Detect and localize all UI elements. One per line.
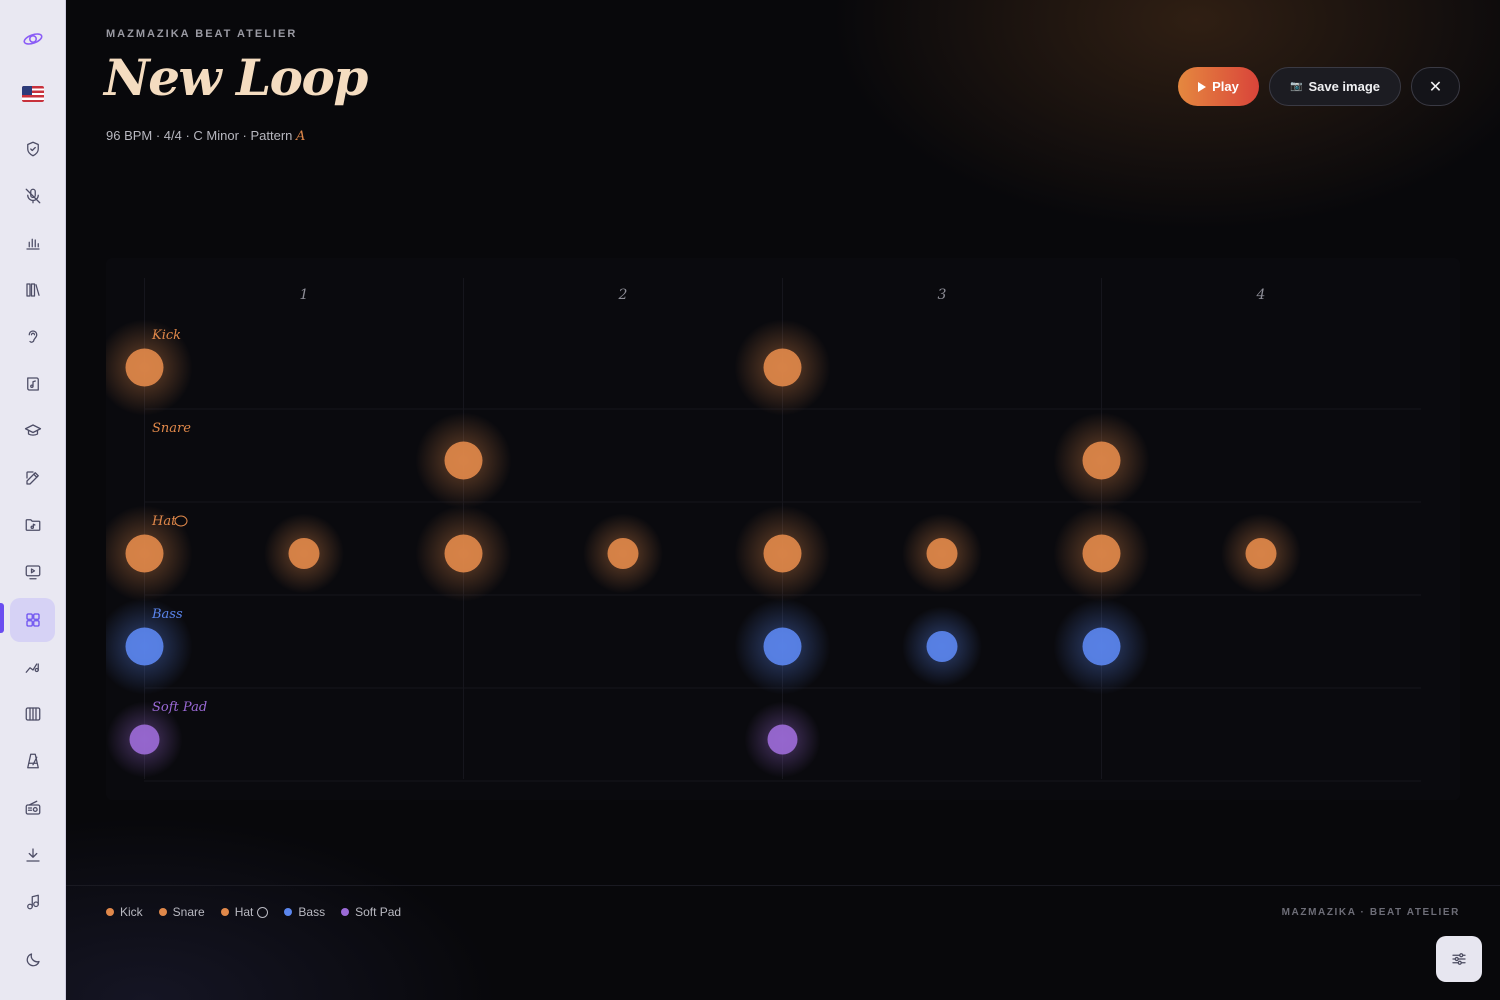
legend-item: Snare: [158, 905, 205, 919]
loop-meta: 96 BPM · 4/4 · C Minor · Pattern A: [106, 128, 305, 144]
edit-icon[interactable]: [10, 456, 55, 500]
sequencer-grid: 1234KickSnareHatBassSoft Pad: [106, 258, 1460, 800]
piano-icon[interactable]: [10, 692, 55, 736]
music-note-icon[interactable]: [10, 880, 55, 924]
step-hit: [129, 724, 160, 755]
pattern-letter: A: [296, 129, 306, 144]
beat-number: 3: [938, 287, 947, 303]
step-hit: [926, 538, 958, 569]
step-hit: [288, 538, 320, 569]
download-icon[interactable]: [10, 833, 55, 877]
legend-label: Hat: [234, 905, 254, 919]
ear-icon[interactable]: [10, 315, 55, 359]
play-button[interactable]: Play: [1178, 67, 1259, 106]
moon-icon[interactable]: [10, 938, 55, 982]
save-image-button[interactable]: 📷 Save image: [1269, 67, 1401, 106]
shield-check-icon[interactable]: [10, 127, 55, 171]
play-label: Play: [1212, 79, 1239, 94]
sliders-icon: [1452, 953, 1466, 965]
step-hit: [444, 534, 483, 573]
footer-brand: MAZMAZIKA · BEAT ATELIER: [1281, 907, 1460, 918]
play-icon: [1198, 81, 1207, 92]
folder-music-icon[interactable]: [10, 503, 55, 547]
legend-dot: [284, 908, 293, 916]
step-hit: [607, 538, 639, 569]
legend-dot: [158, 908, 167, 916]
step-hit: [125, 348, 164, 387]
beat-number: 4: [1256, 287, 1266, 303]
close-icon: ✕: [1428, 78, 1443, 96]
step-hit: [926, 631, 958, 662]
mixer-settings-button[interactable]: [1436, 936, 1482, 982]
legend-dot: [220, 908, 229, 916]
legend-item: Hat: [220, 905, 269, 919]
loop-meta-text: 96 BPM · 4/4 · C Minor · Pattern: [106, 128, 297, 143]
page-title: New Loop: [104, 48, 368, 107]
open-hat-icon: [257, 906, 269, 918]
step-hit: [1082, 441, 1121, 480]
graduation-cap-icon[interactable]: [10, 409, 55, 453]
metronome-icon[interactable]: [10, 739, 55, 783]
book-music-icon[interactable]: [10, 362, 55, 406]
legend-item: Soft Pad: [341, 905, 401, 919]
legend-label: Bass: [298, 905, 326, 919]
step-hit: [767, 724, 798, 755]
mic-off-icon[interactable]: [10, 174, 55, 218]
step-hit: [1082, 534, 1121, 573]
legend-dot: [106, 908, 114, 916]
monitor-play-icon[interactable]: [10, 550, 55, 594]
footer-divider: [66, 885, 1500, 886]
step-hit: [125, 627, 164, 666]
main-area: MAZMAZIKA BEAT ATELIER New Loop 96 BPM ·…: [66, 0, 1500, 1000]
bar-chart-icon[interactable]: [10, 221, 55, 265]
grid-icon[interactable]: [10, 598, 55, 642]
legend-label: Soft Pad: [355, 905, 402, 919]
sequencer-canvas: 1234KickSnareHatBassSoft Pad: [106, 278, 1421, 782]
step-hit: [763, 534, 802, 573]
library-icon[interactable]: [10, 268, 55, 312]
camera-icon: 📷: [1290, 81, 1303, 92]
beat-number: 1: [300, 287, 309, 303]
legend-item: Kick: [106, 905, 143, 919]
legend-dot: [341, 908, 350, 916]
track-legend: Kick Snare Hat Bass Soft Pad: [106, 905, 401, 919]
sidebar: [0, 0, 66, 1000]
step-hit: [1245, 538, 1277, 569]
sidebar-active-indicator: [0, 603, 4, 633]
close-button[interactable]: ✕: [1411, 67, 1460, 106]
legend-item: Bass: [284, 905, 325, 919]
step-hit: [125, 534, 164, 573]
beat-number: 2: [618, 287, 628, 303]
step-hit: [763, 348, 802, 387]
track-label: Snare: [152, 421, 191, 436]
step-hit: [444, 441, 483, 480]
radio-icon[interactable]: [10, 786, 55, 830]
app-logo-icon[interactable]: [10, 17, 55, 61]
brand-label: MAZMAZIKA BEAT ATELIER: [106, 28, 298, 40]
melody-icon[interactable]: [10, 645, 55, 689]
save-image-label: Save image: [1308, 79, 1380, 94]
step-hit: [1082, 627, 1121, 666]
legend-label: Kick: [120, 905, 143, 919]
legend-label: Snare: [172, 905, 205, 919]
language-flag-icon[interactable]: [10, 72, 55, 116]
step-hit: [763, 627, 802, 666]
